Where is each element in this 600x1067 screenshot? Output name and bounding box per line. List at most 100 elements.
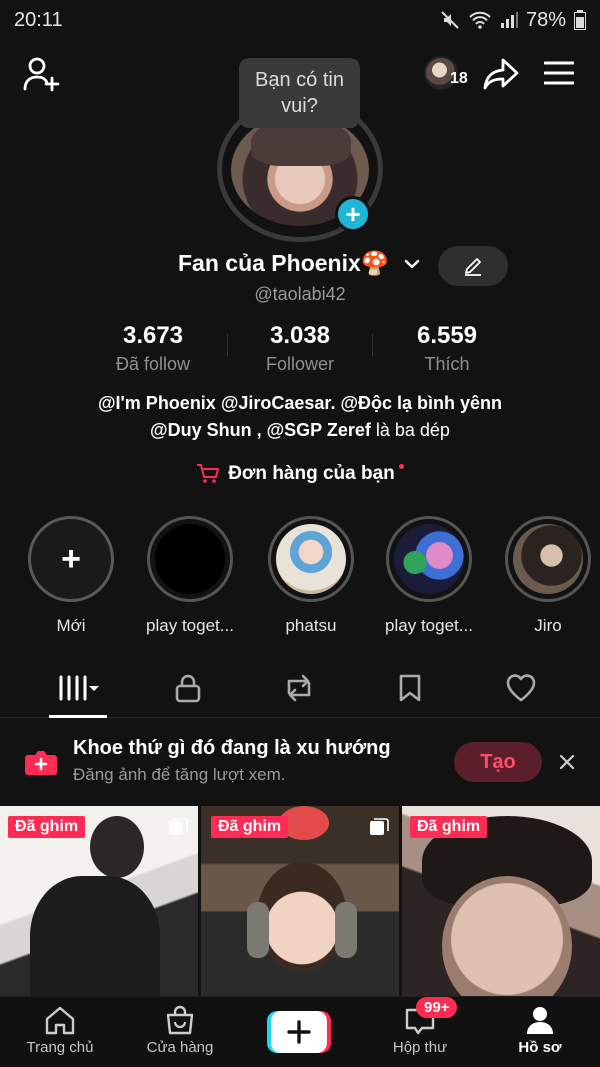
create-post-button[interactable] [267, 1011, 331, 1053]
battery-percent: 78% [525, 8, 566, 31]
tab-saved[interactable] [380, 668, 440, 708]
nav-shop[interactable]: Cửa hàng [130, 1005, 230, 1056]
status-icons: 78% [440, 9, 586, 32]
highlight-new[interactable]: + Mới [26, 516, 116, 636]
divider [372, 334, 373, 356]
video-thumbnail[interactable]: Đã ghim [402, 806, 600, 996]
tab-liked[interactable] [491, 668, 551, 708]
chevron-down-icon[interactable] [402, 254, 422, 274]
share-icon[interactable] [482, 56, 520, 92]
battery-icon [574, 10, 586, 30]
display-name[interactable]: Fan của Phoenix🍄 [178, 250, 389, 277]
bio-line-2: @Duy Shun , @SGP Zeref là ba dép [40, 417, 560, 444]
close-icon[interactable] [558, 753, 576, 771]
stat-value: 3.038 [269, 322, 331, 349]
stat-value: 3.673 [122, 322, 184, 349]
status-time: 20:11 [14, 8, 63, 31]
photo-mode-icon [370, 818, 389, 835]
banner-title: Khoe thứ gì đó đang là xu hướng [73, 737, 391, 759]
wifi-icon [469, 11, 491, 29]
shopping-bag-icon [166, 1005, 194, 1035]
highlight-item[interactable]: phatsu [266, 516, 356, 636]
grid-icon [59, 675, 99, 701]
orders-link[interactable]: Đơn hàng của bạn [0, 460, 600, 488]
username: @taolabi42 [254, 284, 346, 304]
video-thumbnail[interactable]: Đã ghim [201, 806, 399, 996]
thumbnail-image [90, 816, 144, 878]
video-thumbnail[interactable]: Đã ghim [0, 806, 198, 996]
thumbnail-image [257, 862, 347, 972]
photo-mode-icon [169, 818, 188, 835]
status-tooltip[interactable]: Bạn có tin vui? [239, 58, 360, 128]
pinned-badge: Đã ghim [410, 816, 488, 838]
highlight-thumbnail [505, 516, 591, 602]
thumbnail-image [247, 902, 269, 958]
bio: @I'm Phoenix @JiroCaesar. @Độc lạ bình y… [40, 390, 560, 444]
stat-label: Follower [265, 354, 335, 374]
nav-profile[interactable]: Hồ sơ [490, 1005, 590, 1056]
highlight-item[interactable]: Jiro [503, 516, 593, 636]
nav-label: Hộp thư [392, 1039, 448, 1056]
stat-label: Đã follow [115, 354, 191, 374]
add-highlight-icon: + [28, 516, 114, 602]
highlight-thumbnail [147, 516, 233, 602]
highlight-item[interactable]: play toget... [145, 516, 235, 636]
tab-videos[interactable] [48, 668, 108, 708]
nav-label: Trang chủ [26, 1039, 94, 1056]
thumbnail-image [335, 902, 357, 958]
add-story-icon[interactable]: + [335, 196, 371, 232]
content-tabs [0, 664, 600, 718]
pinned-badge: Đã ghim [211, 816, 289, 838]
bio-text: là ba dép [370, 420, 450, 440]
bio-line-1[interactable]: @I'm Phoenix @JiroCaesar. @Độc lạ bình y… [40, 390, 560, 417]
camera-plus-icon [25, 751, 57, 775]
highlight-thumbnail [386, 516, 472, 602]
menu-icon[interactable] [544, 60, 574, 86]
add-friend-icon[interactable] [22, 56, 62, 92]
highlight-label: Mới [56, 616, 86, 635]
banner-subtitle: Đăng ảnh để tăng lượt xem. [73, 765, 286, 784]
video-grid: Đã ghim Đã ghim Đã ghim [0, 806, 600, 996]
orders-label: Đơn hàng của bạn [228, 463, 395, 484]
nav-label: Hồ sơ [518, 1039, 562, 1056]
signal-icon [500, 12, 518, 28]
notification-dot [398, 463, 404, 469]
stat-following[interactable]: 3.673 Đã follow [80, 322, 226, 378]
tab-reposts[interactable] [269, 668, 329, 708]
create-button[interactable]: Tạo [454, 742, 542, 782]
friends-avatar-button[interactable]: 18 [424, 54, 472, 94]
bookmark-icon [399, 674, 421, 702]
bottom-nav: Trang chủ Cửa hàng Hộp thư 99+ Hồ sơ [0, 996, 600, 1067]
mute-icon [441, 11, 459, 29]
stat-value: 6.559 [416, 322, 478, 349]
bio-mentions[interactable]: @Duy Shun , @SGP Zeref [150, 420, 371, 440]
nav-label: Cửa hàng [146, 1039, 214, 1056]
stat-label: Thích [424, 354, 470, 374]
status-bar: 20:11 78% [0, 0, 600, 40]
friends-count: 18 [450, 70, 468, 87]
heart-icon [506, 674, 536, 702]
lock-icon [175, 674, 201, 703]
stat-likes[interactable]: 6.559 Thích [374, 322, 520, 378]
edit-profile-button[interactable] [438, 246, 508, 286]
story-highlights: + Mới play toget... phatsu play toget...… [0, 516, 600, 644]
tab-private[interactable] [158, 668, 218, 708]
highlight-label: Jiro [534, 616, 562, 635]
name-row: Fan của Phoenix🍄 [0, 246, 600, 286]
repost-icon [287, 674, 311, 702]
highlight-label: phatsu [285, 616, 337, 635]
highlight-label: play toget... [146, 616, 234, 635]
highlight-item[interactable]: play toget... [384, 516, 474, 636]
trending-banner: Khoe thứ gì đó đang là xu hướng Đăng ảnh… [0, 725, 600, 799]
stat-followers[interactable]: 3.038 Follower [227, 322, 373, 378]
active-tab-indicator [49, 715, 107, 718]
thumbnail-image [30, 876, 160, 996]
divider [227, 334, 228, 356]
highlight-label: play toget... [385, 616, 473, 635]
stats-row: 3.673 Đã follow 3.038 Follower 6.559 Thí… [80, 322, 520, 378]
pencil-icon [465, 258, 481, 276]
profile-icon [527, 1007, 553, 1034]
inbox-badge: 99+ [416, 997, 458, 1018]
nav-home[interactable]: Trang chủ [10, 1005, 110, 1056]
pinned-badge: Đã ghim [8, 816, 86, 838]
